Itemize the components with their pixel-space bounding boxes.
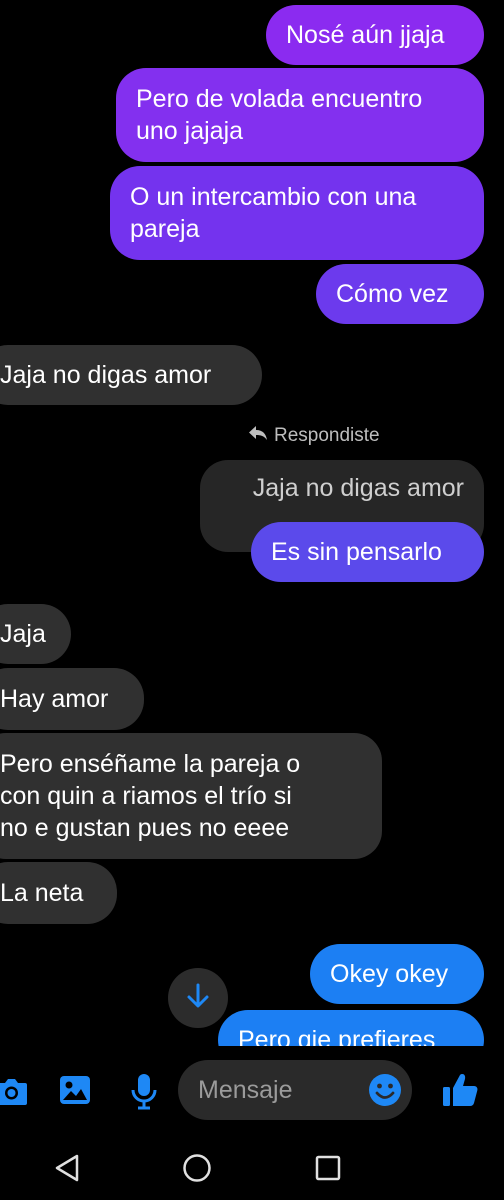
recents-nav-icon[interactable] xyxy=(314,1154,342,1182)
message-sent[interactable]: Cómo vez xyxy=(316,264,484,324)
microphone-icon[interactable] xyxy=(128,1072,160,1110)
message-text-line: pareja xyxy=(130,215,200,243)
thumbs-up-icon[interactable] xyxy=(440,1070,480,1110)
message-received[interactable]: Pero enséñame la pareja o con quin a ria… xyxy=(0,733,382,859)
message-input[interactable]: Mensaje xyxy=(178,1060,412,1120)
message-text-line: Pero enséñame la pareja o xyxy=(0,750,301,778)
image-icon[interactable] xyxy=(58,1073,92,1107)
back-nav-icon[interactable] xyxy=(52,1152,82,1184)
message-sent[interactable]: Pero de volada encuentro uno jajaja xyxy=(116,68,484,162)
arrow-down-icon xyxy=(186,983,210,1014)
home-nav-icon[interactable] xyxy=(182,1153,212,1183)
message-text: Jaja no digas amor xyxy=(0,361,212,389)
message-text: La neta xyxy=(0,879,84,907)
message-received[interactable]: Jaja no digas amor xyxy=(0,345,262,405)
message-input-placeholder: Mensaje xyxy=(198,1075,293,1104)
message-received[interactable]: Hay amor xyxy=(0,668,144,730)
message-text-line: no e gustan pues no eeee xyxy=(0,814,290,842)
message-text-line: Pero de volada encuentro xyxy=(136,85,423,113)
message-text: Nosé aún jjaja xyxy=(286,21,445,49)
message-sent[interactable]: Okey okey xyxy=(310,944,484,1004)
message-sent[interactable]: Es sin pensarlo xyxy=(251,522,484,582)
message-text: Pero qie prefieres xyxy=(238,1026,436,1046)
message-text-line: con quin a riamos el trío si xyxy=(0,782,292,810)
chat-thread[interactable]: Nosé aún jjaja Pero de volada encuentro … xyxy=(0,0,504,1046)
system-navigation-bar xyxy=(0,1136,504,1200)
message-received[interactable]: La neta xyxy=(0,862,117,924)
message-sent[interactable]: Pero qie prefieres xyxy=(218,1010,484,1046)
message-received[interactable]: Jaja xyxy=(0,604,71,664)
quote-text: Jaja no digas amor xyxy=(252,474,464,502)
reply-label-text: Respondiste xyxy=(274,425,380,446)
reply-arrow-icon xyxy=(248,425,268,447)
message-text: Es sin pensarlo xyxy=(271,538,442,566)
camera-icon[interactable] xyxy=(0,1074,28,1108)
message-text-line: uno jajaja xyxy=(136,117,244,145)
reply-label: Respondiste xyxy=(248,425,380,447)
message-text: Jaja xyxy=(0,620,46,648)
message-text-line: O un intercambio con una xyxy=(130,183,417,211)
message-text: Okey okey xyxy=(330,960,449,988)
scroll-to-bottom-button[interactable] xyxy=(168,968,228,1028)
message-text: Hay amor xyxy=(0,685,109,713)
message-composer: Mensaje xyxy=(0,1046,504,1136)
message-sent[interactable]: Nosé aún jjaja xyxy=(266,5,484,65)
message-sent[interactable]: O un intercambio con una pareja xyxy=(110,166,484,260)
emoji-icon[interactable] xyxy=(368,1073,402,1107)
message-text: Cómo vez xyxy=(336,280,449,308)
